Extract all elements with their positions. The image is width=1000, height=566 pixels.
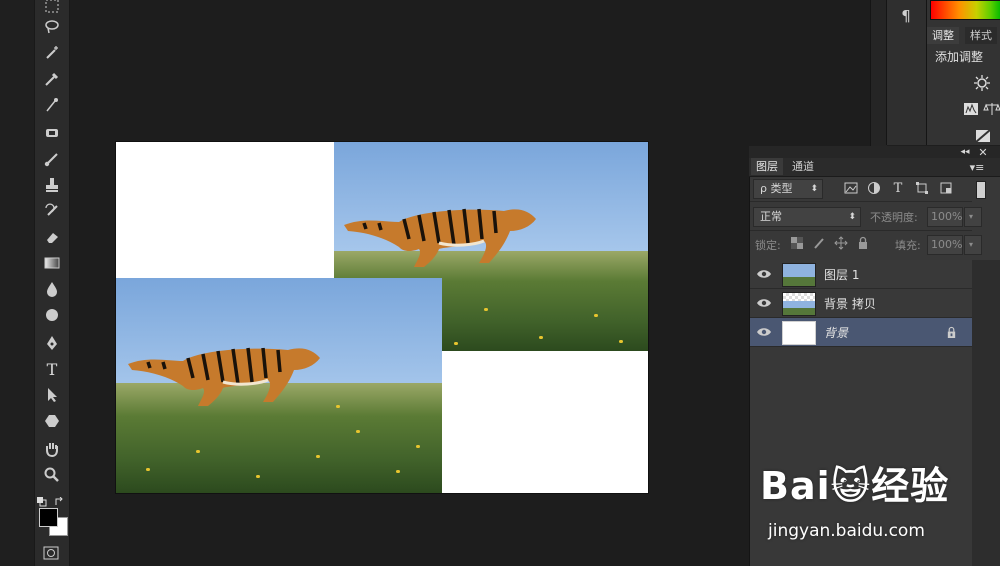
adjustments-panel: 调整 样式 添加调整: [926, 0, 1000, 145]
type-tool-icon[interactable]: T: [39, 358, 65, 380]
layer-thumbnail: [782, 292, 816, 316]
pen-tool-icon[interactable]: [39, 332, 65, 354]
tiger-photo-background-copy: [116, 278, 442, 493]
brush-tool-icon[interactable]: [39, 148, 65, 170]
tiger-image-icon: [344, 208, 536, 267]
visibility-eye-icon[interactable]: [756, 297, 772, 309]
zoom-tool-icon[interactable]: [39, 464, 65, 486]
add-adjustment-heading: 添加调整: [935, 50, 984, 64]
pixel-layer-filter-icon[interactable]: [843, 180, 859, 196]
path-select-tool-icon[interactable]: [39, 384, 65, 406]
blend-mode-value: 正常: [760, 210, 782, 223]
tiger-image-icon: [128, 347, 320, 406]
visibility-eye-icon[interactable]: [756, 268, 772, 280]
layers-tab-bar: 图层 通道 ▾≡: [749, 158, 1000, 177]
clone-stamp-tool-icon[interactable]: [39, 174, 65, 196]
opacity-input[interactable]: 100%: [927, 207, 963, 227]
tab-layers[interactable]: 图层: [751, 158, 783, 175]
select-arrows-icon: ⬍: [848, 212, 856, 222]
default-colors-icon[interactable]: [37, 492, 47, 507]
eraser-tool-icon[interactable]: [39, 226, 65, 248]
fill-input[interactable]: 100%: [927, 235, 963, 255]
divider: [750, 201, 972, 202]
watermark-logo: Bai😺经验: [760, 464, 950, 508]
layer-row-layer-1[interactable]: 图层 1: [750, 260, 972, 289]
dodge-tool-icon[interactable]: [39, 304, 65, 326]
lock-all-icon[interactable]: [856, 236, 870, 250]
blend-mode-select[interactable]: 正常 ⬍: [753, 207, 861, 227]
layer-name: 图层 1: [824, 268, 860, 282]
history-brush-tool-icon[interactable]: [39, 200, 65, 222]
magic-wand-tool-icon[interactable]: [39, 42, 65, 64]
layer-thumbnail: [782, 321, 816, 345]
balance-icon[interactable]: [983, 101, 1000, 115]
blur-tool-icon[interactable]: [39, 278, 65, 300]
eyedropper-tool-icon[interactable]: [39, 68, 65, 90]
layer-row-background-copy[interactable]: 背景 拷贝: [750, 289, 972, 318]
lasso-tool-icon[interactable]: [39, 16, 65, 38]
quick-mask-icon[interactable]: [43, 545, 59, 560]
foreground-color-swatch[interactable]: [39, 508, 58, 527]
layer-name: 背景 拷贝: [824, 297, 876, 311]
layer-name: 背景: [824, 326, 849, 340]
shape-layer-filter-icon[interactable]: [914, 180, 930, 196]
levels-icon[interactable]: [963, 101, 979, 115]
watermark-url: jingyan.baidu.com: [768, 521, 925, 541]
opacity-label: 不透明度:: [870, 211, 918, 224]
tab-styles[interactable]: 样式: [965, 27, 997, 44]
collapse-panel-icon[interactable]: ◂◂: [959, 146, 971, 158]
paragraph-panel-button[interactable]: ¶: [891, 4, 921, 28]
layers-panel-header: ◂◂ ✕: [749, 146, 1000, 159]
lock-image-pixels-icon[interactable]: [812, 236, 826, 250]
smart-object-filter-icon[interactable]: [938, 180, 954, 196]
filter-toggle-switch[interactable]: [976, 181, 986, 199]
gradient-tool-icon[interactable]: [39, 252, 65, 274]
close-panel-icon[interactable]: ✕: [977, 146, 989, 159]
panel-menu-icon[interactable]: ▾≡: [967, 160, 987, 174]
shape-tool-icon[interactable]: [39, 410, 65, 432]
left-edge-strip: [0, 0, 34, 566]
hand-tool-icon[interactable]: [39, 438, 65, 460]
lock-transparent-pixels-icon[interactable]: [790, 236, 804, 250]
tab-adjustments[interactable]: 调整: [927, 27, 959, 44]
filter-label: ρ 类型: [760, 182, 793, 195]
layer-filter-select[interactable]: ρ 类型 ⬍: [753, 179, 823, 199]
exposure-icon[interactable]: [975, 128, 991, 143]
lock-position-icon[interactable]: [834, 236, 848, 250]
swap-colors-icon[interactable]: [55, 492, 65, 505]
color-sampler-tool-icon[interactable]: [39, 94, 65, 116]
type-layer-filter-icon[interactable]: T: [890, 180, 906, 196]
fill-label: 填充:: [895, 239, 921, 252]
visibility-eye-icon[interactable]: [756, 326, 772, 338]
document-canvas[interactable]: [116, 142, 648, 493]
spot-healing-tool-icon[interactable]: [39, 122, 65, 144]
select-arrows-icon: ⬍: [810, 184, 818, 194]
layer-lock-icon: [947, 326, 956, 338]
divider: [750, 230, 972, 231]
opacity-dropdown-icon[interactable]: ▾: [964, 207, 982, 227]
tools-panel: T: [34, 0, 70, 566]
fill-dropdown-icon[interactable]: ▾: [964, 235, 982, 255]
brightness-icon[interactable]: [973, 74, 991, 92]
color-spectrum-bar[interactable]: [930, 0, 1000, 20]
layer-row-background[interactable]: 背景: [750, 318, 972, 347]
lock-label: 锁定:: [755, 239, 781, 252]
layer-thumbnail: [782, 263, 816, 287]
tab-channels[interactable]: 通道: [787, 158, 819, 175]
baidu-jingyan-watermark: Bai😺经验 jingyan.baidu.com: [760, 455, 990, 555]
adjustment-layer-filter-icon[interactable]: [866, 180, 882, 196]
